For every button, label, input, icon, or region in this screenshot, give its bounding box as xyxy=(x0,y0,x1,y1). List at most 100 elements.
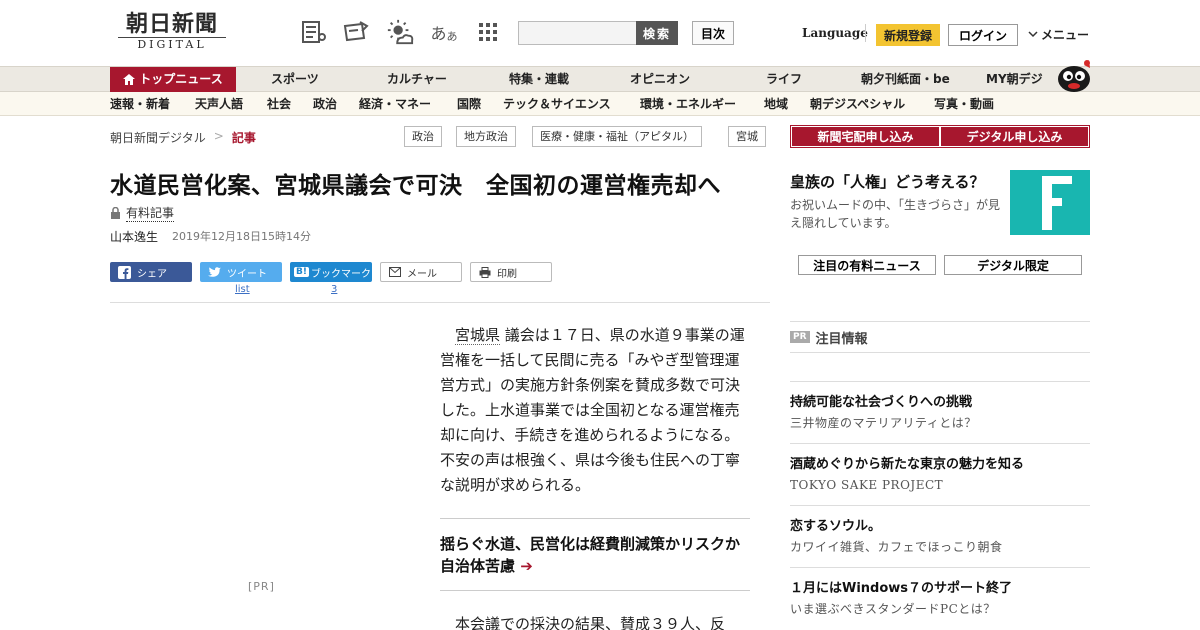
related-article-title: 揺らぐ水道、民営化は経費削減策かリスクか 自治体苦慮 xyxy=(440,535,756,575)
printer-icon xyxy=(479,266,491,278)
logo-english: DIGITAL xyxy=(137,38,207,51)
pr-item[interactable]: 酒蔵めぐりから新たな東京の魅力を知る TOKYO SAKE PROJECT xyxy=(790,443,1090,505)
subnav-item-photo-video[interactable]: 写真・動画 xyxy=(934,92,994,116)
hatena-bookmark-button[interactable]: B! ブックマーク xyxy=(290,262,372,282)
nav-item-features[interactable]: 特集・連載 xyxy=(509,67,569,92)
mail-share-button[interactable]: メール xyxy=(380,262,462,282)
login-button[interactable]: ログイン xyxy=(948,24,1018,46)
search-button[interactable]: 検索 xyxy=(636,21,678,45)
tag-local-politics[interactable]: 地方政治 xyxy=(456,126,516,147)
tag-health[interactable]: 医療・健康・福祉（アピタル） xyxy=(532,126,702,147)
facebook-share-button[interactable]: シェア xyxy=(110,262,192,282)
breadcrumb-separator: > xyxy=(213,129,224,143)
pr-item-title: 恋するソウル。 xyxy=(790,519,882,534)
pr-item-subtitle: TOKYO SAKE PROJECT xyxy=(790,478,944,492)
newspaper-icon[interactable] xyxy=(300,18,328,46)
hatena-icon: B! xyxy=(294,267,309,277)
home-icon xyxy=(123,74,136,85)
paid-article-label: 有料記事 xyxy=(126,206,175,222)
nav-item-sports[interactable]: スポーツ xyxy=(271,67,319,92)
nav-item-opinion[interactable]: オピニオン xyxy=(630,67,690,92)
tag-politics[interactable]: 政治 xyxy=(404,126,442,147)
scrapbook-icon[interactable] xyxy=(342,18,370,46)
newspaper-delivery-button[interactable]: 新聞宅配申し込み xyxy=(792,127,939,146)
kana-small: あ xyxy=(446,30,458,43)
pr-item[interactable]: 恋するソウル。 カワイイ雑貨、カフェでほっこり朝食 xyxy=(790,505,1090,567)
grid-menu-icon[interactable] xyxy=(474,18,502,46)
subnav-item-economy[interactable]: 経済・マネー xyxy=(359,92,431,116)
pr-item-subtitle: 三井物産のマテリアリティとは？ xyxy=(790,416,977,430)
article-body-text: 議会は１７日、県の水道９事業の運営権を一括して民間に売る「みやぎ型管理運営方式」… xyxy=(440,326,745,494)
site-logo[interactable]: 朝日新聞 DIGITAL xyxy=(112,12,232,56)
kana-large: あ xyxy=(430,24,447,43)
pr-tag: PR xyxy=(790,331,810,343)
lock-icon xyxy=(111,207,120,219)
related-divider xyxy=(440,590,750,591)
subnav-item-politics[interactable]: 政治 xyxy=(313,92,337,116)
subnav-item-special[interactable]: 朝デジスペシャル xyxy=(810,92,905,116)
promo-description: お祝いムードの中、「生きづらさ」が見え隠れしています。 xyxy=(790,198,1001,230)
related-divider xyxy=(440,518,750,519)
nav-item-newspaper[interactable]: 朝夕刊紙面・be xyxy=(861,67,950,92)
menu-label: メニュー xyxy=(1041,28,1090,42)
font-size-icon[interactable]: ああ xyxy=(430,18,458,46)
nav-item-life[interactable]: ライフ xyxy=(766,67,802,92)
digital-subscribe-button[interactable]: デジタル申し込み xyxy=(941,127,1088,146)
site-header: 朝日新聞 DIGITAL ああ 検索 目次 Language 新規登録 ログイン… xyxy=(0,0,1200,66)
twitter-share-label: ツイート xyxy=(227,268,267,280)
header-divider xyxy=(865,24,866,42)
subnav-item-environment[interactable]: 環境・エネルギー xyxy=(640,92,736,116)
promo-image[interactable] xyxy=(1010,170,1090,235)
hatena-bookmark-count[interactable]: 3 xyxy=(331,284,337,295)
related-article-link[interactable]: 揺らぐ水道、民営化は経費削減策かリスクか 自治体苦慮 ➔ xyxy=(440,533,755,577)
author-name: 山本逸生 xyxy=(110,230,159,244)
publish-date: 2019年12月18日15時14分 xyxy=(172,230,311,243)
promo-title[interactable]: 皇族の「人権」どう考える？ xyxy=(790,171,985,192)
nav-item-top-news[interactable]: トップニュース xyxy=(110,67,236,92)
pr-item-title: 持続可能な社会づくりへの挑戦 xyxy=(790,395,973,410)
table-of-contents-button[interactable]: 目次 xyxy=(692,21,734,45)
print-label: 印刷 xyxy=(497,268,517,280)
pr-item-subtitle: いま選ぶべきスタンダードPCとは？ xyxy=(790,602,996,616)
secondary-nav: 速報・新着 天声人語 社会 政治 経済・マネー 国際 テック＆サイエンス 環境・… xyxy=(0,92,1200,116)
twitter-list-link[interactable]: list xyxy=(235,284,250,295)
nav-item-my-asadigi[interactable]: MY朝デジ xyxy=(986,67,1043,92)
logo-japanese: 朝日新聞 xyxy=(125,11,218,37)
subscribe-box: 新聞宅配申し込み デジタル申し込み xyxy=(790,125,1090,148)
advertisement-pr-label: [PR] xyxy=(248,580,275,593)
mail-share-label: メール xyxy=(407,268,437,280)
place-link-miyagi[interactable]: 宮城県 xyxy=(455,326,501,345)
print-button[interactable]: 印刷 xyxy=(470,262,552,282)
language-link[interactable]: Language xyxy=(802,26,868,40)
article-body-paragraph-2: 本会議での採決の結果、賛成３９人、反 xyxy=(455,615,726,630)
subnav-item-breaking[interactable]: 速報・新着 xyxy=(110,92,170,116)
chevron-down-icon xyxy=(1028,31,1038,38)
twitter-share-button[interactable]: ツイート xyxy=(200,262,282,282)
subnav-item-tensei-jingo[interactable]: 天声人語 xyxy=(195,92,243,116)
subnav-item-international[interactable]: 国際 xyxy=(457,92,481,116)
pr-item[interactable]: １月にはWindows７のサポート終了 いま選ぶべきスタンダードPCとは？ xyxy=(790,567,1090,629)
subnav-item-region[interactable]: 地域 xyxy=(764,92,788,116)
tab-digital-limited[interactable]: デジタル限定 xyxy=(944,255,1082,275)
nav-item-culture[interactable]: カルチャー xyxy=(387,67,447,92)
byline: 山本逸生 2019年12月18日15時14分 xyxy=(110,228,311,245)
search-input[interactable] xyxy=(518,21,638,45)
mail-icon xyxy=(389,267,401,277)
mascot-icon[interactable] xyxy=(1054,57,1092,93)
tab-paid-news[interactable]: 注目の有料ニュース xyxy=(798,255,936,275)
pr-item[interactable]: 持続可能な社会づくりへの挑戦 三井物産のマテリアリティとは？ xyxy=(790,381,1090,443)
weather-icon[interactable] xyxy=(386,18,414,46)
arrow-right-icon: ➔ xyxy=(520,557,533,575)
subnav-item-society[interactable]: 社会 xyxy=(267,92,291,116)
paid-article-badge: 有料記事 xyxy=(110,204,175,222)
article-title: 水道民営化案、宮城県議会で可決 全国初の運営権売却へ xyxy=(110,173,721,199)
subnav-item-tech[interactable]: テック＆サイエンス xyxy=(503,92,611,116)
breadcrumb-home[interactable]: 朝日新聞デジタル xyxy=(110,129,206,146)
pr-item-subtitle: カワイイ雑貨、カフェでほっこり朝食 xyxy=(790,540,1003,554)
menu-button[interactable]: メニュー xyxy=(1028,26,1089,43)
breadcrumb: 朝日新聞デジタル > 記事 xyxy=(110,129,256,146)
tag-miyagi[interactable]: 宮城 xyxy=(728,126,766,147)
hatena-bookmark-label: ブックマーク xyxy=(310,268,371,280)
nav-item-label: トップニュース xyxy=(139,72,223,86)
register-button[interactable]: 新規登録 xyxy=(876,24,940,46)
